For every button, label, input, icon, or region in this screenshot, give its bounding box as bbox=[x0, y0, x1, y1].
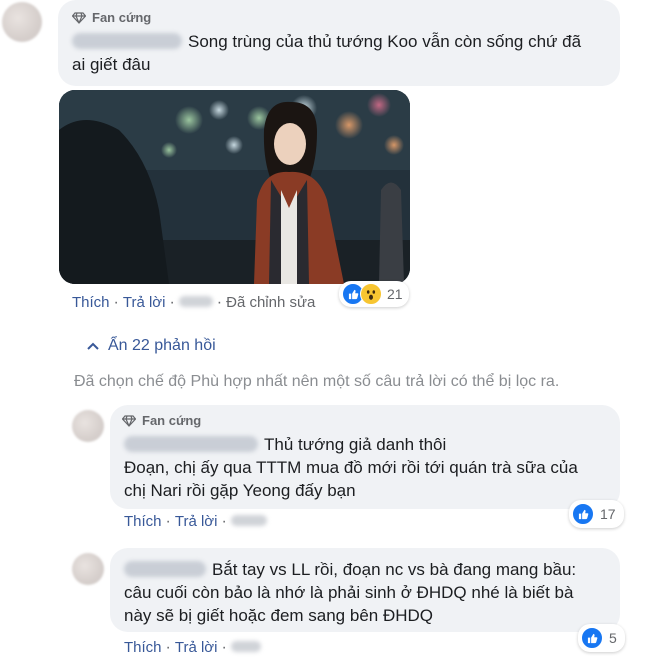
diamond-icon bbox=[72, 11, 86, 24]
like-icon bbox=[581, 627, 603, 649]
timestamp[interactable] bbox=[230, 641, 261, 652]
avatar[interactable] bbox=[2, 2, 42, 42]
diamond-icon bbox=[122, 414, 136, 427]
reply-bubble: Fan cứng Thủ tướng giả danh thôi Đoạn, c… bbox=[110, 405, 620, 509]
like-icon bbox=[572, 503, 594, 525]
like-link[interactable]: Thích bbox=[72, 294, 110, 311]
fan-badge-label: Fan cứng bbox=[142, 413, 202, 428]
hide-replies-label: Ẩn 22 phản hồi bbox=[108, 337, 216, 354]
reaction-summary[interactable]: 21 bbox=[339, 281, 409, 307]
reply-actions: Thích · Trả lời · bbox=[124, 513, 267, 531]
comment-photo[interactable] bbox=[59, 90, 410, 284]
reaction-count: 5 bbox=[609, 630, 617, 646]
like-link[interactable]: Thích bbox=[124, 639, 162, 656]
fan-badge: Fan cứng bbox=[72, 10, 151, 25]
photo-scene bbox=[59, 90, 410, 284]
filter-notice: Đã chọn chế độ Phù hợp nhất nên một số c… bbox=[74, 373, 560, 390]
author-name[interactable] bbox=[124, 561, 206, 577]
reply-link[interactable]: Trả lời bbox=[175, 513, 218, 530]
reaction-count: 17 bbox=[600, 506, 616, 522]
reply-link[interactable]: Trả lời bbox=[175, 639, 218, 656]
fan-badge-label: Fan cứng bbox=[92, 10, 152, 25]
timestamp[interactable] bbox=[230, 515, 267, 526]
author-name[interactable] bbox=[124, 436, 258, 452]
reply-actions: Thích · Trả lời · bbox=[124, 639, 261, 657]
reply-text: Thủ tướng giả danh thôi Đoạn, chị ấy qua… bbox=[124, 435, 578, 500]
chevron-up-icon bbox=[87, 342, 99, 350]
reaction-count: 21 bbox=[387, 286, 403, 302]
reply-text: Bắt tay vs LL rồi, đoạn nc vs bà đang ma… bbox=[124, 560, 577, 625]
avatar[interactable] bbox=[72, 410, 104, 442]
comment-text: Song trùng của thủ tướng Koo vẫn còn sốn… bbox=[72, 32, 582, 74]
edited-label[interactable]: Đã chỉnh sửa bbox=[226, 294, 315, 311]
wow-icon bbox=[360, 283, 382, 305]
comment-actions: Thích · Trả lời · · Đã chỉnh sửa bbox=[72, 294, 316, 311]
like-link[interactable]: Thích bbox=[124, 513, 162, 530]
reply-link[interactable]: Trả lời bbox=[123, 294, 166, 311]
reply-bubble: Bắt tay vs LL rồi, đoạn nc vs bà đang ma… bbox=[110, 548, 620, 632]
reaction-summary[interactable]: 17 bbox=[569, 500, 624, 528]
timestamp[interactable] bbox=[178, 296, 213, 307]
avatar[interactable] bbox=[72, 553, 104, 585]
fan-badge: Fan cứng bbox=[122, 413, 201, 428]
author-name[interactable] bbox=[72, 33, 182, 49]
hide-replies-toggle[interactable]: Ẩn 22 phản hồi bbox=[86, 337, 216, 355]
reaction-summary[interactable]: 5 bbox=[578, 624, 625, 652]
comment-bubble: Fan cứng Song trùng của thủ tướng Koo vẫ… bbox=[58, 0, 620, 86]
